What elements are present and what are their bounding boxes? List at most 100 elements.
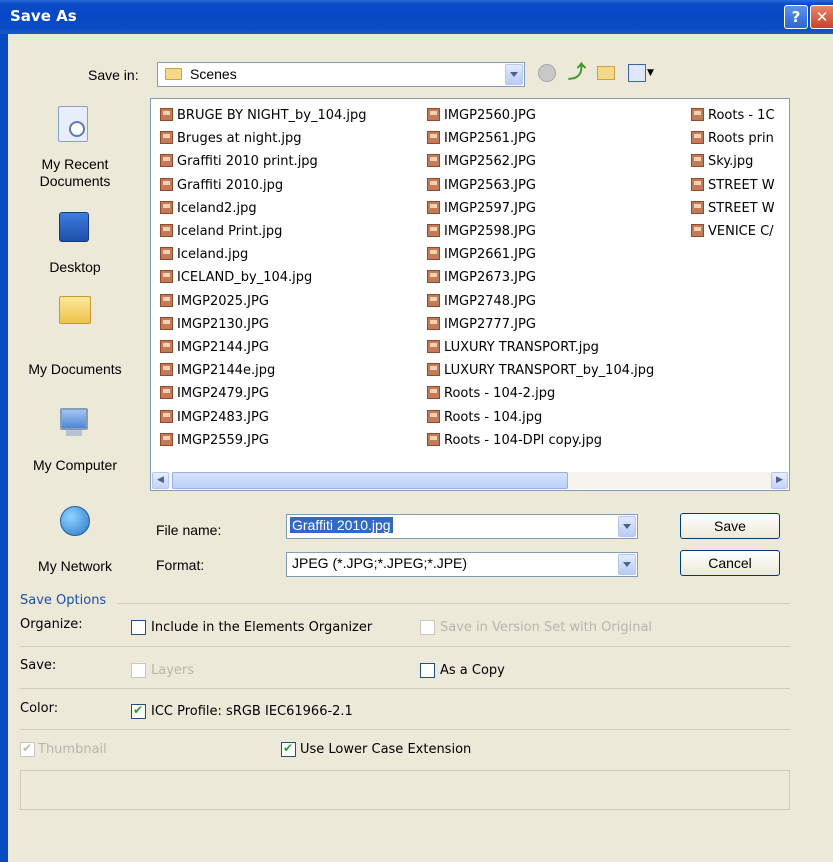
- image-file-icon: [160, 316, 173, 330]
- chevron-down-icon[interactable]: [505, 64, 523, 85]
- view-menu-icon[interactable]: [628, 64, 646, 82]
- file-name: IMGP2598.JPG: [444, 224, 536, 239]
- file-item[interactable]: BRUGE BY NIGHT_by_104.jpg: [160, 106, 367, 126]
- file-item[interactable]: IMGP2025.JPG: [160, 292, 269, 312]
- file-name: LUXURY TRANSPORT.jpg: [444, 340, 599, 355]
- save-button[interactable]: Save: [680, 513, 780, 539]
- include-organizer-checkbox[interactable]: [131, 620, 146, 635]
- file-name: BRUGE BY NIGHT_by_104.jpg: [177, 108, 367, 123]
- file-item[interactable]: IMGP2563.JPG: [427, 176, 536, 196]
- file-name: IMGP2563.JPG: [444, 177, 536, 193]
- layers-checkbox[interactable]: [131, 663, 146, 678]
- icc-profile-label: ICC Profile: sRGB IEC61966-2.1: [151, 704, 353, 719]
- place-my-documents[interactable]: My Documents: [14, 286, 136, 386]
- scroll-right-icon[interactable]: ▶: [771, 472, 788, 489]
- file-item[interactable]: LUXURY TRANSPORT.jpg: [427, 338, 599, 358]
- version-set-checkbox[interactable]: [420, 620, 435, 635]
- folder-icon: [165, 68, 182, 80]
- file-name: IMGP2661.JPG: [444, 247, 536, 263]
- image-file-icon: [160, 108, 173, 121]
- file-item[interactable]: STREET W: [691, 199, 775, 219]
- file-item[interactable]: LUXURY TRANSPORT_by_104.jpg: [427, 361, 654, 381]
- scrollbar-thumb[interactable]: [172, 472, 568, 489]
- place-my-computer[interactable]: My Computer: [14, 398, 136, 478]
- file-name: STREET W: [708, 177, 775, 193]
- file-item[interactable]: IMGP2661.JPG: [427, 245, 536, 265]
- file-item[interactable]: Roots - 104.jpg: [427, 408, 542, 428]
- place-desktop[interactable]: Desktop: [14, 206, 136, 286]
- file-item[interactable]: Iceland.jpg: [160, 245, 248, 265]
- place-label: My Computer: [32, 457, 118, 473]
- horizontal-scrollbar[interactable]: ◀ ▶: [152, 472, 788, 489]
- file-list[interactable]: BRUGE BY NIGHT_by_104.jpg Bruges at night…: [150, 98, 790, 491]
- as-copy-checkbox[interactable]: [420, 663, 435, 678]
- chevron-down-icon[interactable]: [618, 516, 636, 537]
- computer-stand: [66, 430, 82, 436]
- file-item[interactable]: IMGP2144e.jpg: [160, 361, 275, 381]
- file-item[interactable]: IMGP2562.JPG: [427, 152, 536, 172]
- file-item[interactable]: Sky.jpg: [691, 152, 753, 172]
- view-menu-arrow-icon[interactable]: ▼: [647, 68, 654, 78]
- file-item[interactable]: Roots - 1C: [691, 106, 775, 126]
- lower-case-label: Use Lower Case Extension: [300, 742, 472, 757]
- file-name: IMGP2144e.jpg: [177, 363, 276, 379]
- image-file-icon: [160, 432, 173, 446]
- file-item[interactable]: IMGP2483.JPG: [160, 408, 269, 428]
- file-item[interactable]: Iceland Print.jpg: [160, 222, 282, 242]
- file-name: Sky.jpg: [708, 154, 754, 170]
- file-item[interactable]: IMGP2597.JPG: [427, 199, 536, 219]
- place-my-recent-documents[interactable]: My Recent Documents: [14, 98, 136, 198]
- lower-case-checkbox[interactable]: [281, 741, 296, 757]
- image-file-icon: [427, 131, 440, 145]
- file-item[interactable]: IMGP2598.JPG: [427, 222, 536, 242]
- file-name: IMGP2560.JPG: [444, 108, 536, 123]
- recent-documents-icon: [58, 106, 88, 142]
- file-item[interactable]: Iceland2.jpg: [160, 199, 257, 219]
- new-folder-icon[interactable]: [597, 66, 615, 80]
- file-item[interactable]: IMGP2559.JPG: [160, 431, 269, 451]
- save-in-value: Scenes: [190, 66, 237, 82]
- icc-profile-checkbox[interactable]: [131, 703, 146, 719]
- file-item[interactable]: IMGP2673.JPG: [427, 268, 536, 288]
- image-file-icon: [160, 131, 173, 145]
- file-item[interactable]: Roots prin: [691, 129, 774, 149]
- scroll-left-icon[interactable]: ◀: [152, 472, 169, 489]
- file-item[interactable]: IMGP2777.JPG: [427, 315, 536, 335]
- place-my-network[interactable]: My Network: [14, 498, 136, 578]
- window-title: Save As: [10, 7, 77, 25]
- help-button[interactable]: ?: [784, 5, 808, 29]
- chevron-down-icon[interactable]: [618, 554, 636, 575]
- file-item[interactable]: IMGP2748.JPG: [427, 292, 536, 312]
- title-bar[interactable]: Save As ? ✕: [0, 0, 833, 34]
- as-copy-label: As a Copy: [440, 663, 505, 678]
- image-file-icon: [427, 409, 440, 423]
- cancel-button[interactable]: Cancel: [680, 550, 780, 576]
- file-item[interactable]: STREET W: [691, 176, 775, 196]
- file-item[interactable]: IMGP2560.JPG: [427, 106, 536, 126]
- up-folder-icon[interactable]: ⤴: [568, 62, 588, 84]
- file-name: IMGP2777.JPG: [444, 316, 536, 332]
- file-item[interactable]: Graffiti 2010 print.jpg: [160, 152, 318, 172]
- include-organizer-label: Include in the Elements Organizer: [151, 620, 373, 635]
- back-icon[interactable]: [538, 64, 556, 82]
- desktop-icon: [59, 212, 89, 242]
- close-button[interactable]: ✕: [810, 5, 833, 29]
- format-dropdown[interactable]: JPEG (*.JPG;*.JPEG;*.JPE): [286, 552, 638, 577]
- format-value: JPEG (*.JPG;*.JPEG;*.JPE): [292, 555, 468, 571]
- file-item[interactable]: IMGP2561.JPG: [427, 129, 536, 149]
- file-item[interactable]: Roots - 104-DPI copy.jpg: [427, 431, 602, 451]
- file-item[interactable]: ICELAND_by_104.jpg: [160, 268, 312, 288]
- file-item[interactable]: Bruges at night.jpg: [160, 129, 302, 149]
- file-item[interactable]: Graffiti 2010.jpg: [160, 176, 283, 196]
- image-file-icon: [427, 247, 440, 261]
- image-file-icon: [427, 154, 440, 168]
- file-item[interactable]: IMGP2479.JPG: [160, 384, 269, 404]
- file-item[interactable]: VENICE C/: [691, 222, 774, 242]
- thumbnail-checkbox[interactable]: [20, 741, 35, 757]
- file-name-input[interactable]: Graffiti 2010.jpg: [286, 514, 638, 539]
- save-in-dropdown[interactable]: Scenes: [157, 62, 525, 87]
- window-frame-left: [0, 34, 8, 862]
- file-item[interactable]: IMGP2144.JPG: [160, 338, 269, 358]
- file-item[interactable]: IMGP2130.JPG: [160, 315, 269, 335]
- file-item[interactable]: Roots - 104-2.jpg: [427, 384, 555, 404]
